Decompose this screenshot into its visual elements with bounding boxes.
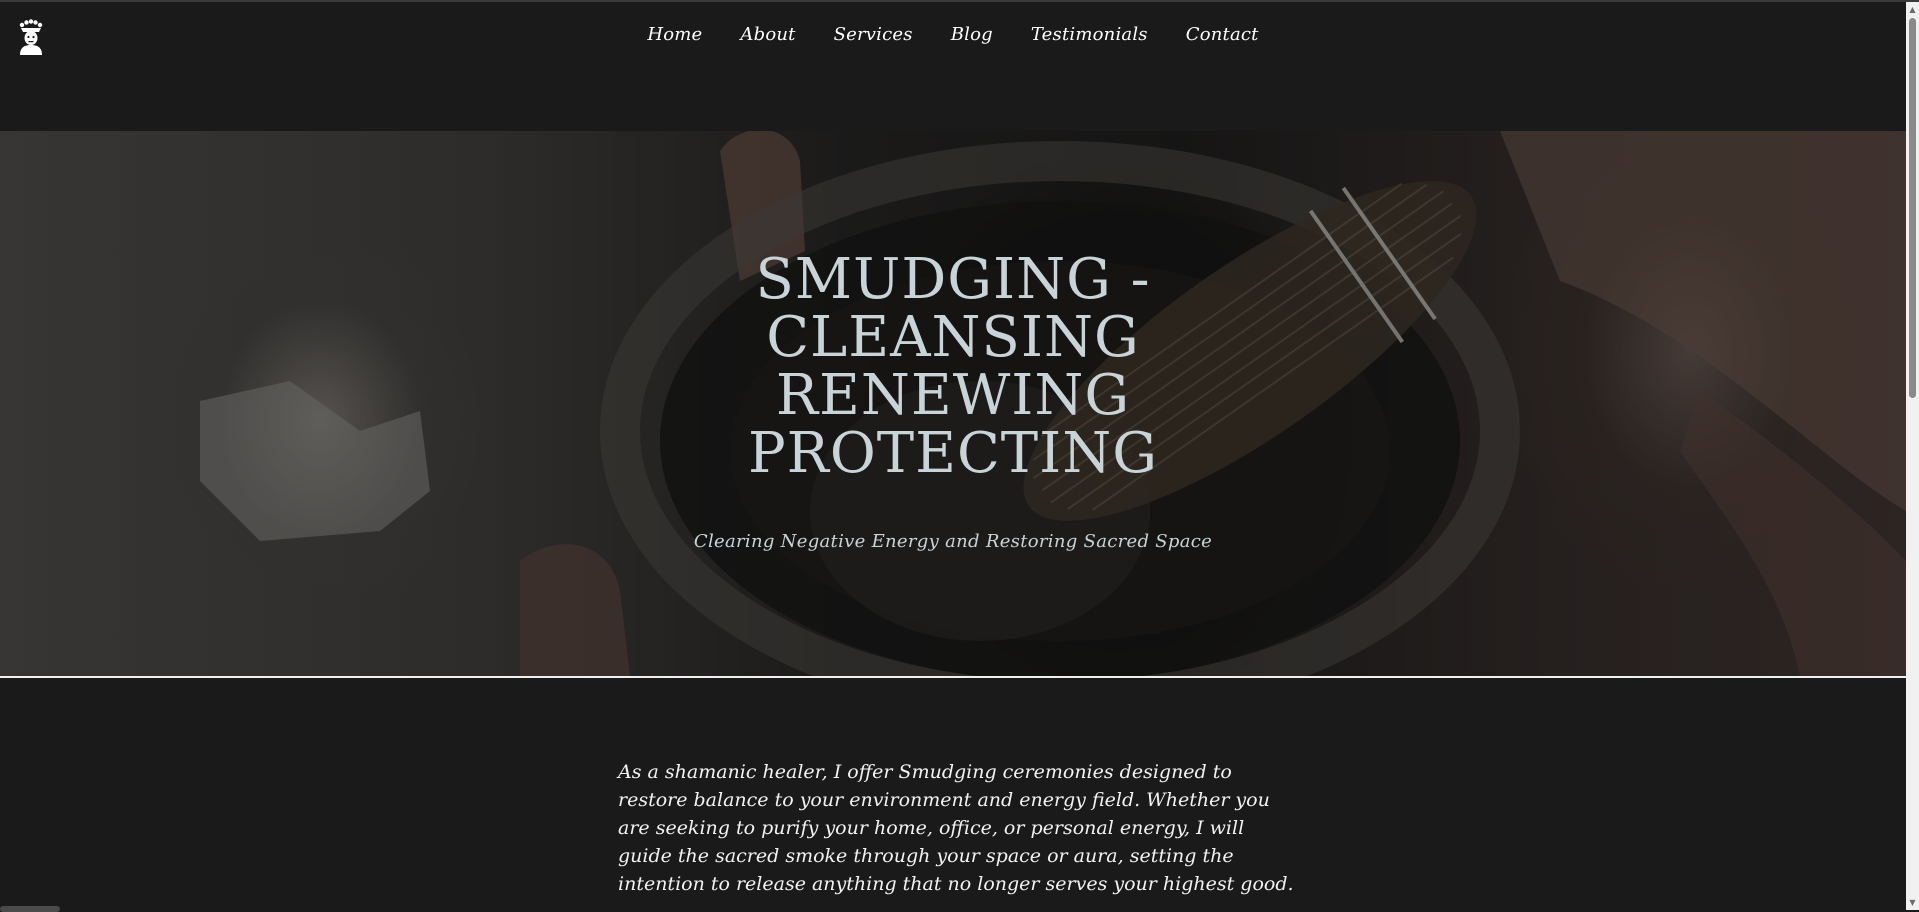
main-navigation: Home About Services Blog Testimonials Co… (0, 24, 1906, 45)
nav-home[interactable]: Home (628, 24, 721, 45)
nav-testimonials[interactable]: Testimonials (1012, 24, 1167, 45)
hero-banner: Smudging - Cleansing Renewing Protecting… (0, 131, 1906, 678)
nav-blog[interactable]: Blog (932, 24, 1012, 45)
horizontal-scroll-indicator (0, 906, 60, 912)
vertical-scrollbar[interactable]: ▲ ▼ (1906, 2, 1919, 910)
nav-services[interactable]: Services (815, 24, 932, 45)
intro-paragraph: As a shamanic healer, I offer Smudging c… (618, 761, 1294, 895)
hero-subtitle: Clearing Negative Energy and Restoring S… (693, 531, 1213, 552)
scroll-down-icon[interactable]: ▼ (1908, 898, 1917, 907)
scroll-up-icon[interactable]: ▲ (1908, 5, 1917, 14)
nav-contact[interactable]: Contact (1167, 24, 1278, 45)
hero-title: Smudging - Cleansing Renewing Protecting (747, 247, 1159, 486)
scrollbar-thumb[interactable] (1909, 18, 1916, 398)
site-header: Home About Services Blog Testimonials Co… (0, 2, 1906, 131)
nav-about[interactable]: About (721, 24, 814, 45)
